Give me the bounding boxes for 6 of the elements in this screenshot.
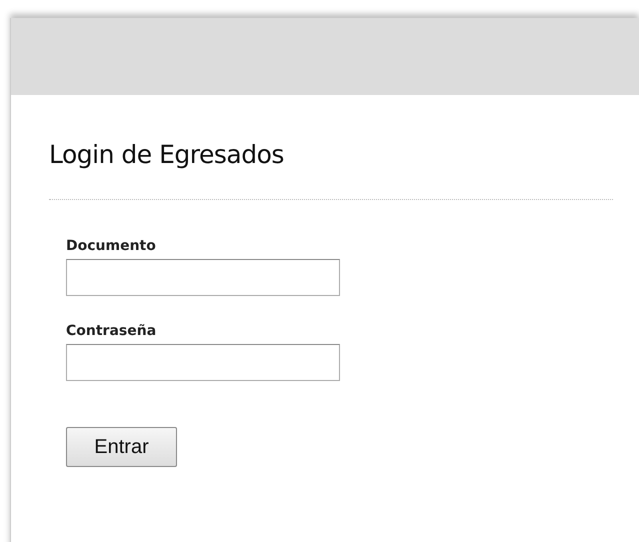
field-label: Documento [66, 238, 156, 254]
page-title: Login de Egresados [49, 139, 285, 171]
input-field[interactable] [66, 259, 340, 296]
input-field[interactable] [66, 344, 340, 381]
field-label: Contraseña [66, 323, 156, 339]
submit-button[interactable]: Entrar [66, 427, 177, 467]
